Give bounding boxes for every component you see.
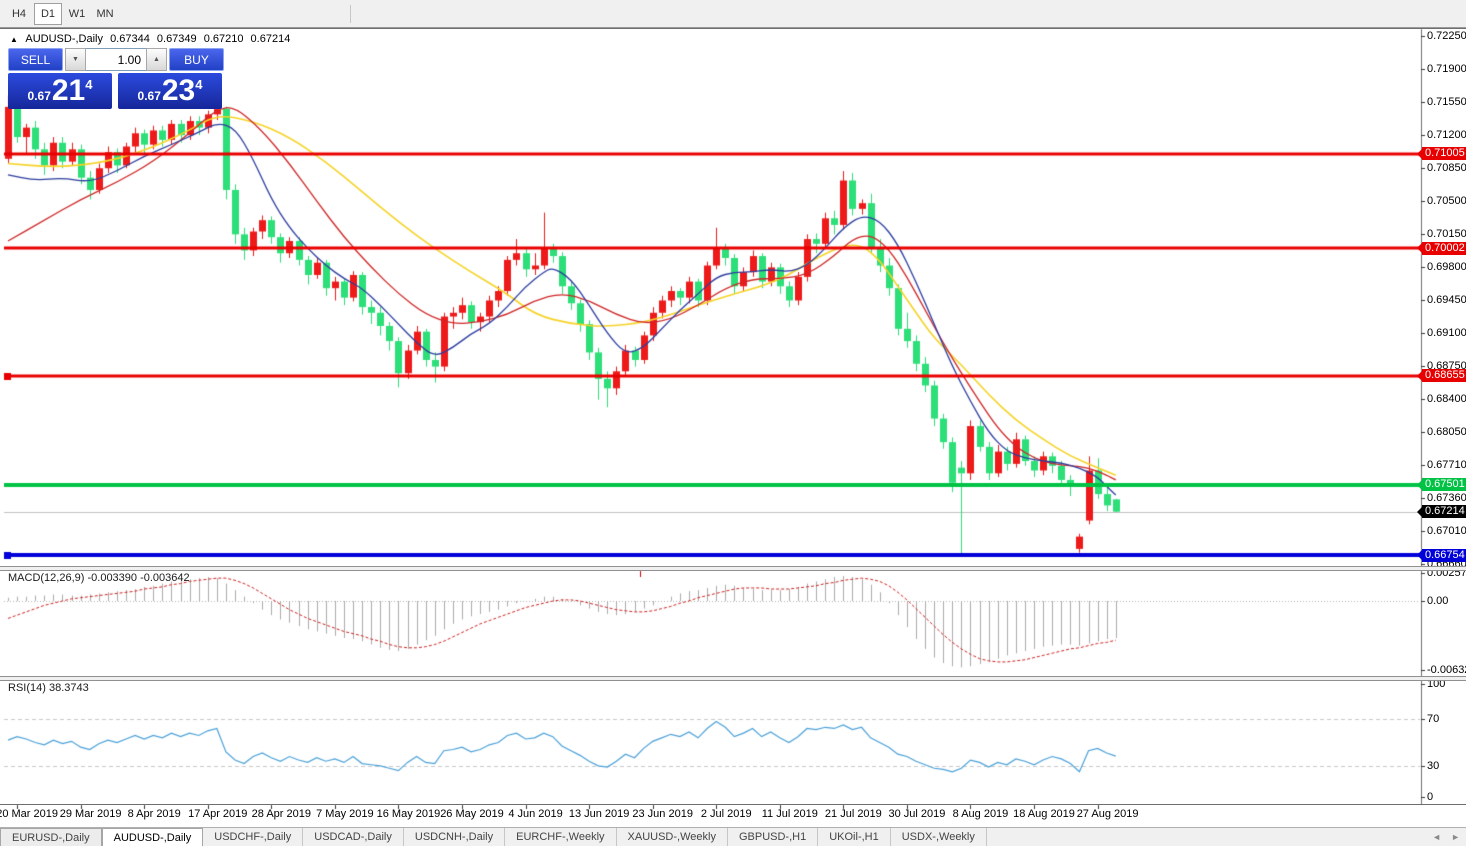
price-axis-tick: 0.68400 [1427, 393, 1466, 405]
chart-top-frame [0, 28, 1466, 29]
sell-price-pip: 4 [85, 77, 92, 92]
price-axis-tick: 0.70150 [1427, 228, 1466, 240]
chart-tab-audusd-daily[interactable]: AUDUSD-,Daily [102, 828, 204, 846]
collapse-panel-icon[interactable]: ▲ [10, 35, 18, 44]
macd-axis-tick: 0.00 [1427, 595, 1448, 607]
chart-tab-usdcnh-daily[interactable]: USDCNH-,Daily [404, 828, 505, 846]
chart-tab-eurusd-daily[interactable]: EURUSD-,Daily [0, 828, 102, 846]
sell-price-big: 21 [52, 73, 85, 109]
main-chart-canvas[interactable] [0, 0, 1466, 846]
tab-scroll-left-icon[interactable]: ◄ [1432, 832, 1441, 842]
date-axis-label: 27 Aug 2019 [1066, 808, 1150, 820]
price-axis-tick: 0.70850 [1427, 162, 1466, 174]
quote-close: 0.67214 [251, 33, 291, 45]
price-axis-tick: 0.69800 [1427, 261, 1466, 273]
trading-terminal: H4D1W1MN ▲ AUDUSD-,Daily 0.67344 0.67349… [0, 0, 1466, 846]
price-axis-tick: 0.69100 [1427, 327, 1466, 339]
toolbar-separator [350, 5, 351, 23]
lot-size-input[interactable]: 1.00 [86, 48, 146, 71]
chart-tab-eurchf-weekly[interactable]: EURCHF-,Weekly [505, 828, 616, 846]
macd-axis-tick: -0.006326 [1427, 664, 1466, 676]
macd-indicator-label: MACD(12,26,9) -0.003390 -0.003642 [8, 572, 190, 584]
rsi-pane-divider[interactable] [0, 676, 1466, 681]
rsi-axis-tick: 0 [1427, 791, 1433, 803]
quote-low: 0.67210 [204, 33, 244, 45]
price-axis-tick: 0.71200 [1427, 129, 1466, 141]
buy-price-panel[interactable]: 0.67 23 4 [118, 73, 222, 109]
price-level-badge: 0.68655 [1422, 369, 1466, 382]
timeframe-button-h4[interactable]: H4 [6, 4, 32, 24]
rsi-indicator-label: RSI(14) 38.3743 [8, 682, 89, 694]
sell-button[interactable]: SELL [8, 48, 63, 71]
price-level-badge: 0.67501 [1422, 478, 1466, 491]
price-axis-tick: 0.67010 [1427, 525, 1466, 537]
sell-price-panel[interactable]: 0.67 21 4 [8, 73, 112, 109]
rsi-axis-tick: 30 [1427, 760, 1439, 772]
rsi-axis-tick: 70 [1427, 713, 1439, 725]
tab-scroll-arrows: ◄ ► [1432, 828, 1460, 846]
quote-header: ▲ AUDUSD-,Daily 0.67344 0.67349 0.67210 … [10, 33, 294, 45]
price-axis-tick: 0.68050 [1427, 426, 1466, 438]
price-level-badge: 0.66754 [1422, 549, 1466, 562]
quote-open: 0.67344 [110, 33, 150, 45]
price-axis-tick: 0.71900 [1427, 63, 1466, 75]
quote-high: 0.67349 [157, 33, 197, 45]
chart-tab-bar: EURUSD-,DailyAUDUSD-,DailyUSDCHF-,DailyU… [0, 827, 1466, 846]
tab-scroll-right-icon[interactable]: ► [1451, 832, 1460, 842]
lot-increase-button[interactable]: ▲ [146, 48, 167, 71]
sell-price-prefix: 0.67 [28, 89, 51, 103]
price-level-badge: 0.70002 [1422, 242, 1466, 255]
current-price-badge: 0.67214 [1422, 505, 1466, 518]
chart-bottom-frame [0, 804, 1466, 805]
price-level-badge: 0.71005 [1422, 147, 1466, 160]
price-axis-tick: 0.71550 [1427, 96, 1466, 108]
price-axis-tick: 0.69450 [1427, 294, 1466, 306]
timeframe-toolbar: H4D1W1MN [0, 0, 1466, 28]
chart-tab-usdchf-daily[interactable]: USDCHF-,Daily [203, 828, 303, 846]
buy-button[interactable]: BUY [169, 48, 224, 71]
price-axis-tick: 0.72250 [1427, 30, 1466, 42]
chart-tab-xauusd-weekly[interactable]: XAUUSD-,Weekly [617, 828, 728, 846]
price-axis-tick: 0.67710 [1427, 459, 1466, 471]
price-axis-tick: 0.70500 [1427, 195, 1466, 207]
macd-pane-divider[interactable] [0, 566, 1466, 571]
one-click-trade-panel: SELL ▼ 1.00 ▲ BUY 0.67 21 4 0.67 23 4 [8, 48, 224, 109]
buy-price-pip: 4 [195, 77, 202, 92]
symbol-title: AUDUSD-,Daily [25, 33, 103, 45]
lot-decrease-button[interactable]: ▼ [65, 48, 86, 71]
chart-tab-gbpusd-h1[interactable]: GBPUSD-,H1 [728, 828, 818, 846]
chart-tab-usdx-weekly[interactable]: USDX-,Weekly [891, 828, 987, 846]
buy-price-prefix: 0.67 [138, 89, 161, 103]
buy-price-big: 23 [162, 73, 195, 109]
chart-tab-ukoil-h1[interactable]: UKOil-,H1 [818, 828, 891, 846]
timeframe-button-w1[interactable]: W1 [64, 4, 90, 24]
timeframe-button-mn[interactable]: MN [92, 4, 118, 24]
chart-tab-usdcad-daily[interactable]: USDCAD-,Daily [303, 828, 404, 846]
timeframe-button-d1[interactable]: D1 [34, 3, 62, 25]
price-axis-tick: 0.67360 [1427, 492, 1466, 504]
